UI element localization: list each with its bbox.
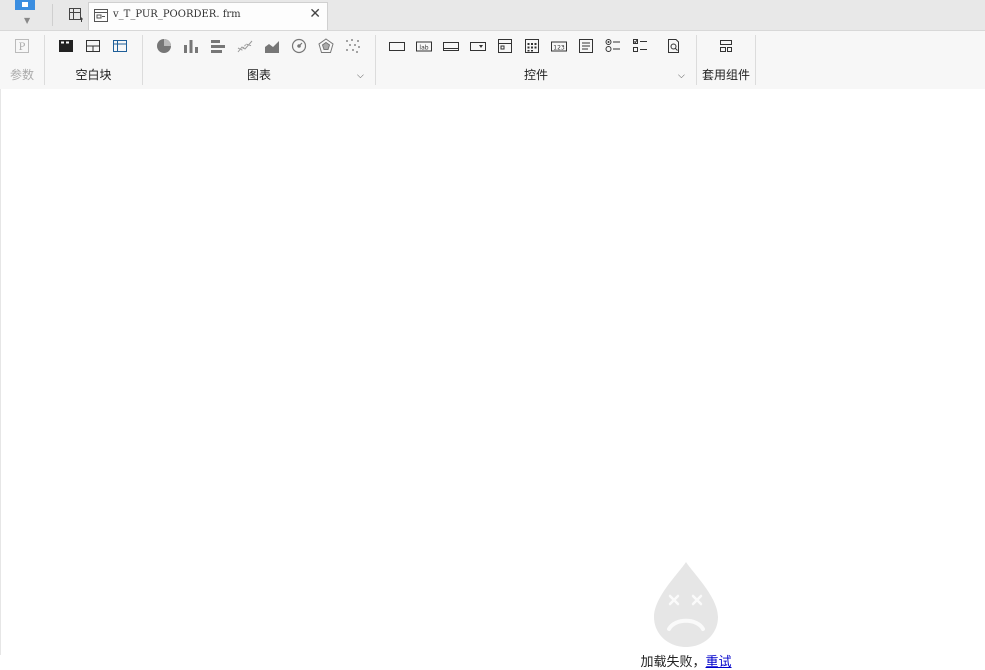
- tab-bar: ▼ v_T_PUR_POORDER. frm ✕: [0, 0, 985, 31]
- chart-group: 图表 ⌵: [143, 31, 375, 89]
- new-template-icon[interactable]: [63, 2, 89, 28]
- tab-file-label: v_T_PUR_POORDER. frm: [113, 9, 241, 20]
- parameter-icon: P: [13, 37, 31, 55]
- control-expand-chevron-icon[interactable]: ⌵: [678, 71, 685, 81]
- search-query-control-icon[interactable]: [665, 37, 683, 55]
- tab-file[interactable]: v_T_PUR_POORDER. frm ✕: [88, 2, 328, 30]
- textarea-control-icon[interactable]: [577, 37, 595, 55]
- suite-label: 套用组件: [701, 68, 750, 82]
- load-error-panel: 加载失败，重试: [621, 559, 751, 670]
- form-file-icon: [93, 8, 109, 26]
- blank-block-label: 空白块: [75, 68, 112, 82]
- suite-component-icon[interactable]: [717, 37, 735, 55]
- divider: [52, 4, 53, 26]
- suite-group: 套用组件: [697, 31, 755, 89]
- checkbox-group-control-icon[interactable]: [631, 37, 649, 55]
- control-group: lab 123 控件 ⌵: [376, 31, 696, 89]
- calendar-control-icon[interactable]: [523, 37, 541, 55]
- chart-expand-chevron-icon[interactable]: ⌵: [357, 71, 364, 81]
- column-chart-icon[interactable]: [182, 37, 200, 55]
- logo-dropdown-icon[interactable]: ▼: [24, 16, 30, 25]
- control-label: 控件: [523, 68, 548, 82]
- param-group: P 参数: [0, 31, 44, 89]
- chart-label: 图表: [246, 68, 271, 82]
- design-canvas[interactable]: 加载失败，重试: [0, 89, 985, 670]
- retry-link[interactable]: 重试: [706, 655, 732, 670]
- area-chart-icon[interactable]: [263, 37, 281, 55]
- svg-text:lab: lab: [419, 45, 428, 52]
- dropdown-control-icon[interactable]: [469, 37, 487, 55]
- divider: [755, 35, 756, 85]
- label-control-icon[interactable]: lab: [415, 37, 433, 55]
- split-layout-icon[interactable]: [84, 37, 102, 55]
- bar-chart-icon[interactable]: [209, 37, 227, 55]
- sad-drop-icon: [621, 559, 751, 651]
- date-control-icon[interactable]: [496, 37, 514, 55]
- gauge-chart-icon[interactable]: [290, 37, 308, 55]
- svg-text:123: 123: [553, 45, 565, 52]
- tab-close-icon[interactable]: ✕: [309, 6, 321, 22]
- button-control-icon[interactable]: [388, 37, 406, 55]
- error-text: 加载失败，: [640, 655, 706, 670]
- blank-block-group: 空白块: [45, 31, 142, 89]
- tab-layout-icon[interactable]: [111, 37, 129, 55]
- number-control-icon[interactable]: 123: [550, 37, 568, 55]
- toolbar-ribbon: P 参数 空白块 图表 ⌵ lab 123 控件 ⌵ 套用组件: [0, 31, 985, 89]
- radar-chart-icon[interactable]: [317, 37, 335, 55]
- svg-text:P: P: [19, 42, 26, 53]
- line-chart-icon[interactable]: [236, 37, 254, 55]
- scatter-chart-icon[interactable]: [344, 37, 362, 55]
- param-label: 参数: [9, 68, 34, 82]
- text-field-control-icon[interactable]: [442, 37, 460, 55]
- blank-block-icon[interactable]: [57, 37, 75, 55]
- radio-group-control-icon[interactable]: [604, 37, 622, 55]
- pie-chart-icon[interactable]: [155, 37, 173, 55]
- load-error-message: 加载失败，重试: [621, 651, 751, 670]
